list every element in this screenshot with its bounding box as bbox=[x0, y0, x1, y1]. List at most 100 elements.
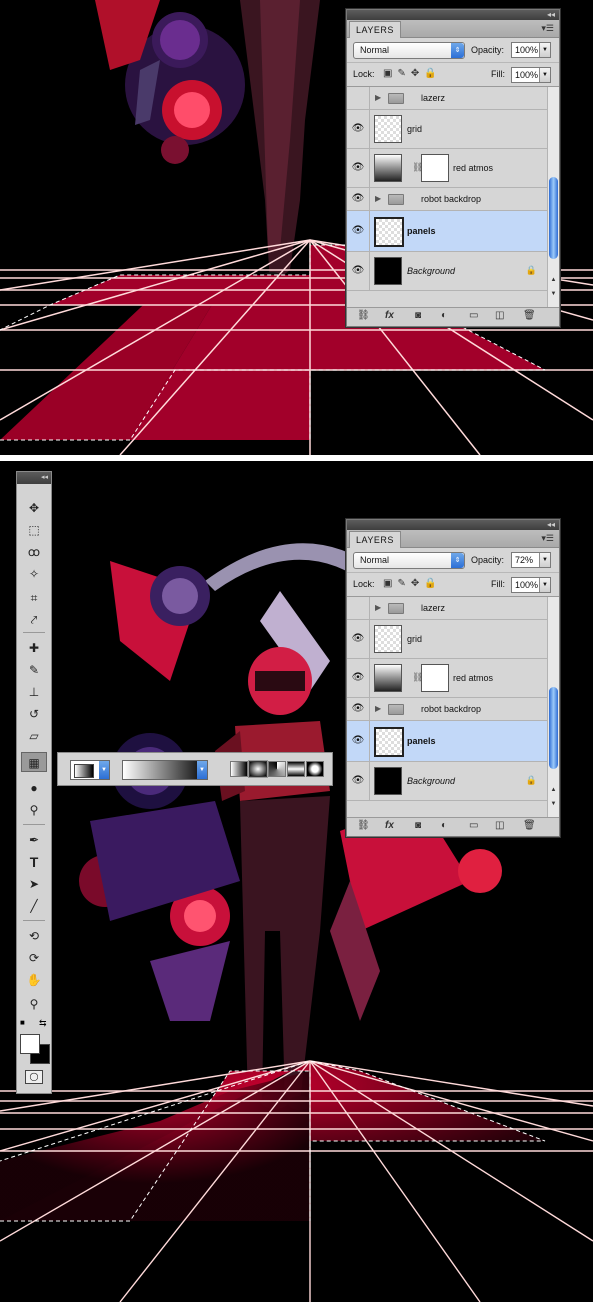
visibility-toggle[interactable]: 👁 bbox=[347, 597, 370, 619]
gradient-preset-picker[interactable]: ▼ bbox=[70, 760, 110, 780]
layer-row-panels[interactable]: 👁 panels bbox=[347, 721, 559, 762]
layer-row-panels[interactable]: 👁 panels bbox=[347, 211, 559, 252]
healing-brush-tool-icon[interactable]: ✚ bbox=[21, 638, 47, 658]
visibility-toggle[interactable]: 👁 bbox=[347, 188, 370, 210]
visibility-toggle[interactable]: 👁 bbox=[347, 87, 370, 109]
fill-field[interactable]: 100% ▼ bbox=[511, 577, 551, 593]
layer-row-background[interactable]: 👁 Background 🔒 bbox=[347, 762, 559, 801]
crop-tool-icon[interactable]: ⌗ bbox=[21, 588, 47, 608]
fx-icon[interactable]: fx bbox=[385, 310, 394, 321]
default-colors-icon[interactable]: ■ bbox=[20, 1018, 25, 1027]
diamond-gradient-icon[interactable] bbox=[306, 761, 324, 777]
eyedropper-tool-icon[interactable]: ⤤ bbox=[21, 610, 47, 630]
fill-field[interactable]: 100% ▼ bbox=[511, 67, 551, 83]
new-layer-icon[interactable]: ◫ bbox=[495, 310, 504, 321]
opacity-field[interactable]: 72% ▼ bbox=[511, 552, 551, 568]
new-group-icon[interactable]: ▭ bbox=[469, 310, 478, 321]
quick-mask-icon[interactable]: ◯ bbox=[25, 1070, 43, 1084]
fx-icon[interactable]: fx bbox=[385, 820, 394, 831]
radial-gradient-icon[interactable] bbox=[249, 761, 267, 777]
collapse-icon[interactable]: ◂◂ bbox=[41, 472, 48, 484]
linear-gradient-icon[interactable] bbox=[230, 761, 248, 777]
visibility-toggle[interactable]: 👁 bbox=[347, 211, 370, 251]
visibility-toggle[interactable]: 👁 bbox=[347, 149, 370, 187]
3d-orbit-tool-icon[interactable]: ⟳ bbox=[21, 948, 47, 968]
expand-triangle-icon[interactable]: ▶ bbox=[375, 92, 381, 104]
layer-row-grid[interactable]: 👁 grid bbox=[347, 110, 559, 149]
dropdown-arrow-icon[interactable]: ▼ bbox=[539, 68, 550, 82]
opacity-field[interactable]: 100% ▼ bbox=[511, 42, 551, 58]
blend-mode-select[interactable]: Normal ⇕ bbox=[353, 552, 465, 569]
adjustment-layer-icon[interactable]: ◐ bbox=[441, 310, 447, 321]
dodge-tool-icon[interactable]: ⚲ bbox=[21, 800, 47, 820]
angle-gradient-icon[interactable] bbox=[268, 761, 286, 777]
collapse-icon[interactable]: ◂◂ bbox=[547, 10, 555, 20]
lock-options-icon[interactable]: ▣✎✥🔒 bbox=[383, 578, 442, 589]
tools-titlebar[interactable]: ◂◂ bbox=[17, 472, 51, 484]
visibility-toggle[interactable]: 👁 bbox=[347, 110, 370, 148]
blur-tool-icon[interactable]: ● bbox=[21, 778, 47, 798]
type-tool-icon[interactable]: T bbox=[21, 852, 47, 872]
layer-row-red-atmos[interactable]: 👁 ⛓ red atmos bbox=[347, 149, 559, 188]
magic-wand-tool-icon[interactable]: ✧ bbox=[21, 564, 47, 584]
dropdown-arrow-icon[interactable]: ▼ bbox=[539, 43, 550, 57]
path-selection-tool-icon[interactable]: ➤ bbox=[21, 874, 47, 894]
link-layers-icon[interactable]: ⛓ bbox=[357, 310, 370, 321]
layer-row-lazerz[interactable]: 👁 ▶ lazerz bbox=[347, 87, 559, 110]
scrollbar-thumb[interactable] bbox=[549, 687, 558, 769]
clone-stamp-tool-icon[interactable]: ⊥ bbox=[21, 682, 47, 702]
visibility-toggle[interactable]: 👁 bbox=[347, 659, 370, 697]
scroll-up-icon[interactable]: ▲ bbox=[548, 787, 559, 793]
history-brush-tool-icon[interactable]: ↺ bbox=[21, 704, 47, 724]
layer-row-grid[interactable]: 👁 grid bbox=[347, 620, 559, 659]
expand-triangle-icon[interactable]: ▶ bbox=[375, 193, 381, 205]
scroll-up-icon[interactable]: ▲ bbox=[548, 277, 559, 283]
expand-triangle-icon[interactable]: ▶ bbox=[375, 703, 381, 715]
foreground-color-swatch[interactable] bbox=[20, 1034, 40, 1054]
delete-layer-icon[interactable]: 🗑 bbox=[523, 820, 536, 831]
swap-colors-icon[interactable]: ⇆ bbox=[39, 1018, 47, 1029]
3d-rotate-tool-icon[interactable]: ⟲ bbox=[21, 926, 47, 946]
line-tool-icon[interactable]: ╱ bbox=[21, 896, 47, 916]
scroll-down-icon[interactable]: ▼ bbox=[548, 291, 559, 297]
lock-options-icon[interactable]: ▣✎✥🔒 bbox=[383, 68, 442, 79]
move-tool-icon[interactable]: ✥ bbox=[21, 498, 47, 518]
dropdown-arrow-icon[interactable]: ▼ bbox=[539, 553, 550, 567]
visibility-toggle[interactable]: 👁 bbox=[347, 620, 370, 658]
panel-titlebar[interactable]: ◂◂ bbox=[347, 520, 559, 530]
link-layers-icon[interactable]: ⛓ bbox=[357, 820, 370, 831]
layer-row-lazerz[interactable]: 👁 ▶ lazerz bbox=[347, 597, 559, 620]
canvas-top[interactable]: ◂◂ LAYERS ▾☰ Normal ⇕ Opacity: 100% ▼ Lock… bbox=[0, 0, 593, 455]
panel-menu-icon[interactable]: ▾☰ bbox=[541, 533, 554, 544]
add-mask-icon[interactable]: ◙ bbox=[415, 820, 421, 831]
new-layer-icon[interactable]: ◫ bbox=[495, 820, 504, 831]
dropdown-arrow-icon[interactable]: ▼ bbox=[197, 761, 207, 779]
collapse-icon[interactable]: ◂◂ bbox=[547, 520, 555, 530]
layer-row-background[interactable]: 👁 Background 🔒 bbox=[347, 252, 559, 291]
scrollbar-thumb[interactable] bbox=[549, 177, 558, 259]
adjustment-layer-icon[interactable]: ◐ bbox=[441, 820, 447, 831]
eraser-tool-icon[interactable]: ▱ bbox=[21, 726, 47, 746]
hand-tool-icon[interactable]: ✋ bbox=[21, 970, 47, 990]
brush-tool-icon[interactable]: ✎ bbox=[21, 660, 47, 680]
zoom-tool-icon[interactable]: ⚲ bbox=[21, 994, 47, 1014]
marquee-tool-icon[interactable]: ⬚ bbox=[21, 520, 47, 540]
layer-scrollbar[interactable]: ▲ ▼ bbox=[547, 597, 559, 817]
gradient-editor-bar[interactable]: ▼ bbox=[122, 760, 208, 780]
scroll-down-icon[interactable]: ▼ bbox=[548, 801, 559, 807]
reflected-gradient-icon[interactable] bbox=[287, 761, 305, 777]
tab-layers[interactable]: LAYERS bbox=[349, 531, 401, 548]
delete-layer-icon[interactable]: 🗑 bbox=[523, 310, 536, 321]
add-mask-icon[interactable]: ◙ bbox=[415, 310, 421, 321]
layer-row-robot-backdrop[interactable]: 👁 ▶ robot backdrop bbox=[347, 698, 559, 721]
visibility-toggle[interactable]: 👁 bbox=[347, 252, 370, 290]
tab-layers[interactable]: LAYERS bbox=[349, 21, 401, 38]
layer-row-red-atmos[interactable]: 👁 ⛓ red atmos bbox=[347, 659, 559, 698]
pen-tool-icon[interactable]: ✒ bbox=[21, 830, 47, 850]
visibility-toggle[interactable]: 👁 bbox=[347, 762, 370, 800]
gradient-tool-icon[interactable]: ▦ bbox=[21, 752, 47, 772]
panel-menu-icon[interactable]: ▾☰ bbox=[541, 23, 554, 34]
panel-titlebar[interactable]: ◂◂ bbox=[347, 10, 559, 20]
blend-mode-select[interactable]: Normal ⇕ bbox=[353, 42, 465, 59]
layer-row-robot-backdrop[interactable]: 👁 ▶ robot backdrop bbox=[347, 188, 559, 211]
